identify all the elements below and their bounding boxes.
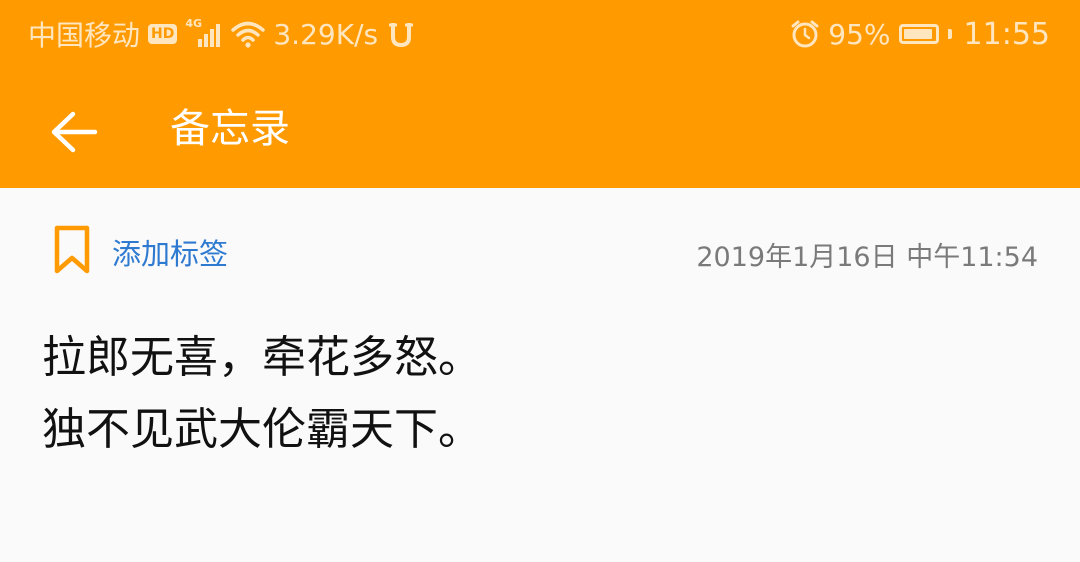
signal-icon: 4G [185, 17, 223, 49]
wifi-icon [231, 20, 266, 48]
bookmark-icon [52, 224, 92, 280]
status-bar-right: 95% 11:55 [790, 14, 1058, 54]
network-speed: 3.29K/s [273, 17, 379, 51]
add-tag-label: 添加标签 [112, 237, 229, 271]
note-line: 拉郎无喜，牵花多怒。 [42, 332, 482, 383]
carrier-name: 中国移动 [28, 19, 141, 52]
notification-app-icon [386, 19, 416, 49]
battery-icon [898, 24, 939, 44]
status-bar-left: 中国移动 HD 4G 3.29K/s [28, 14, 424, 54]
page-title: 备忘录 [170, 106, 290, 152]
alarm-icon [790, 19, 820, 49]
battery-percent: 95% [828, 17, 891, 51]
arrow-left-icon [49, 110, 99, 158]
app-header: 中国移动 HD 4G 3.29K/s 95% 11:55 备忘录 [0, 0, 1080, 188]
status-time: 11:55 [963, 16, 1050, 52]
toolbar: 备忘录 [0, 80, 1080, 180]
note-content[interactable]: 拉郎无喜，牵花多怒。 独不见武大伦霸天下。 [42, 322, 1042, 466]
status-bar: 中国移动 HD 4G 3.29K/s 95% 11:55 [0, 0, 1080, 68]
battery-fill [903, 29, 933, 39]
note-line: 独不见武大伦霸天下。 [42, 404, 482, 455]
add-tag-button[interactable]: 添加标签 [52, 224, 229, 280]
note-date: 2019年1月16日 中午11:54 [696, 242, 1038, 273]
battery-cap [947, 29, 952, 39]
note-meta-row: 添加标签 2019年1月16日 中午11:54 [0, 222, 1080, 282]
hd-icon: HD [148, 24, 178, 44]
back-button[interactable] [36, 96, 112, 172]
